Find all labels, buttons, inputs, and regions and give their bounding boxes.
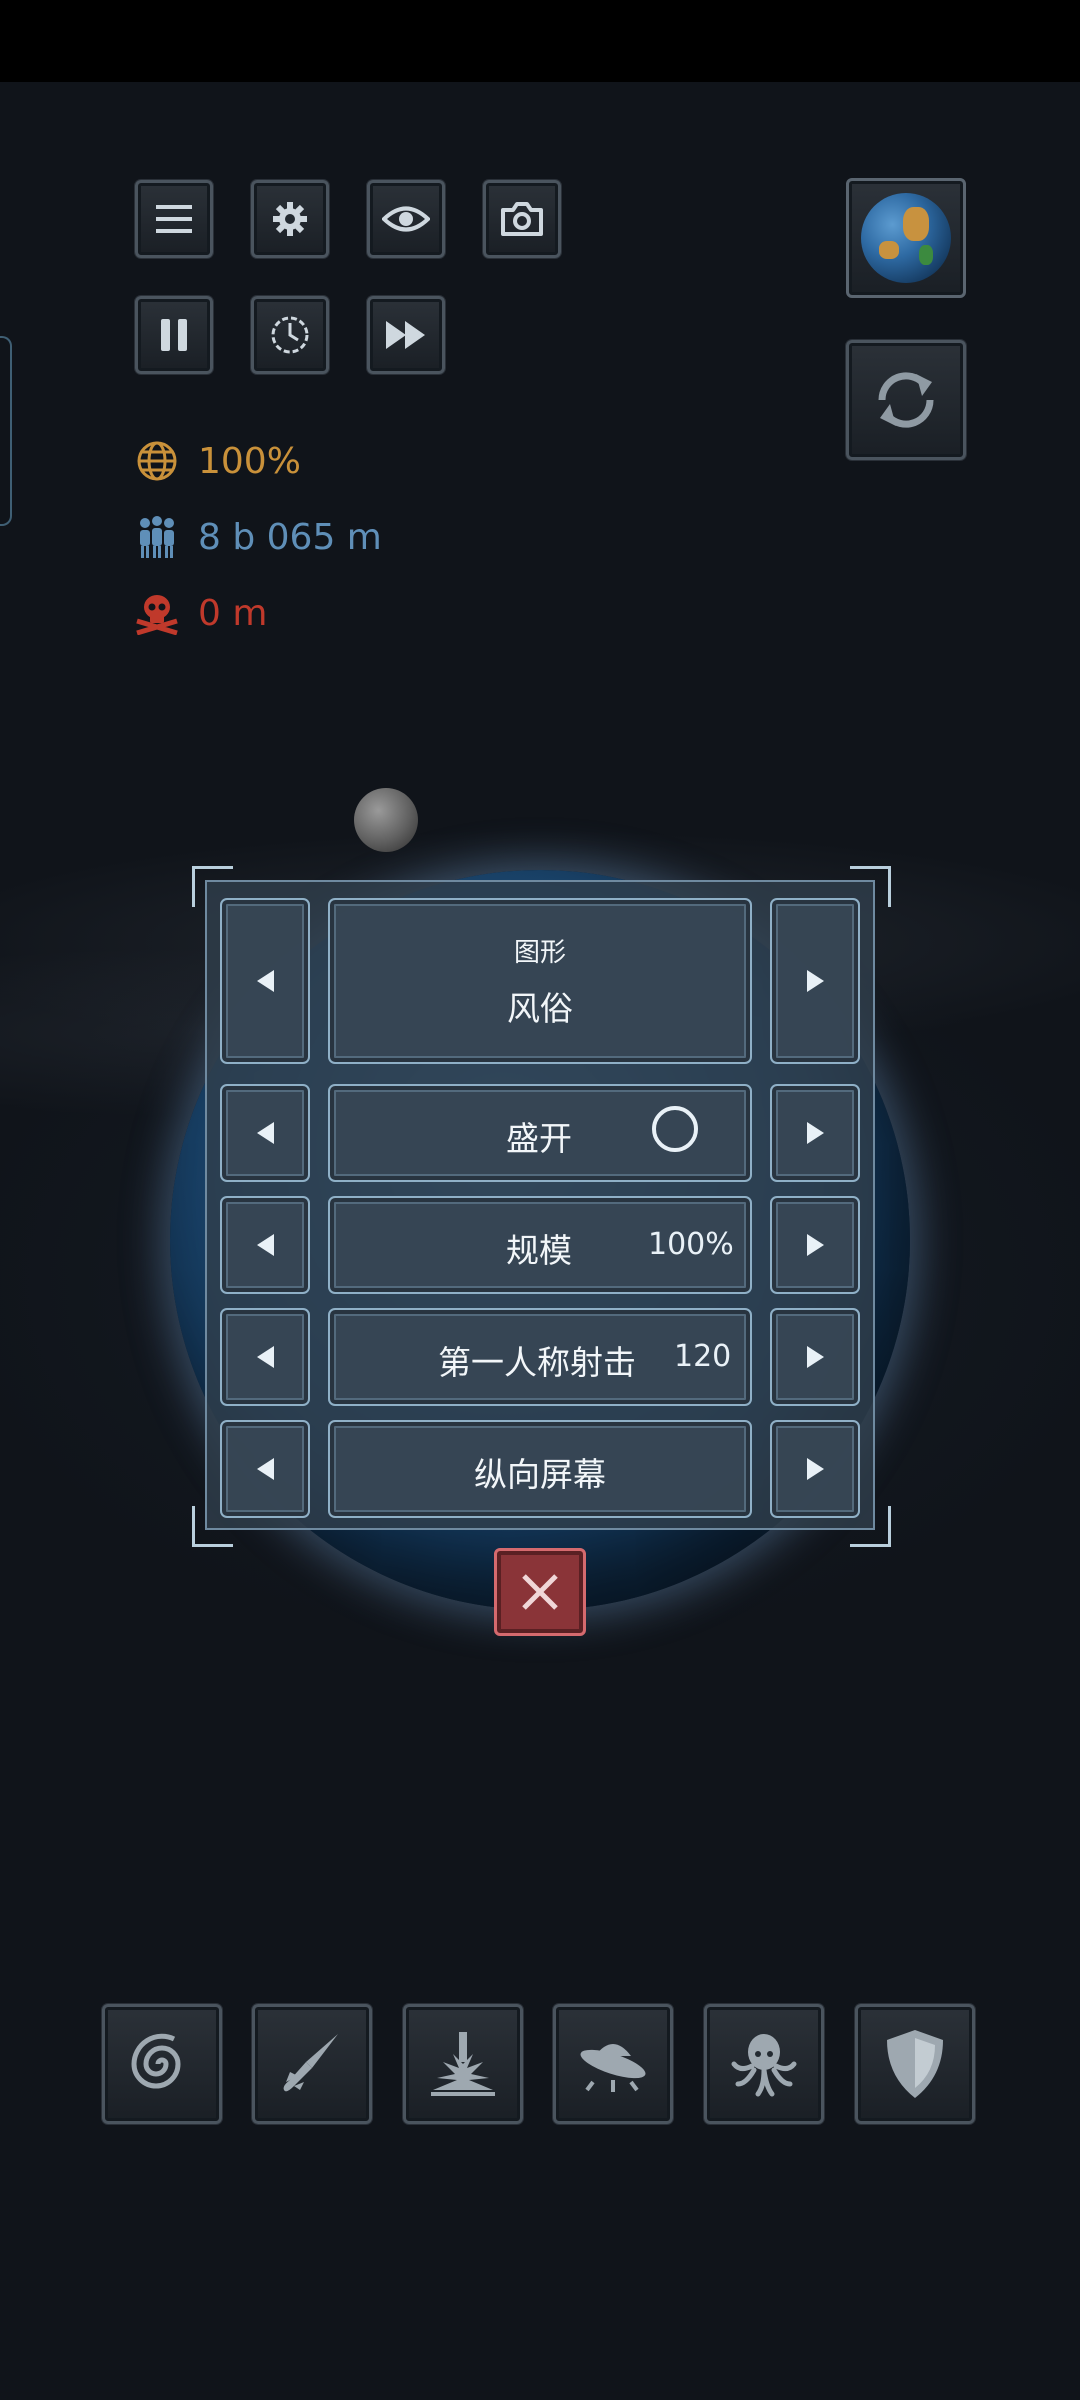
side-drawer-handle[interactable] (0, 336, 12, 526)
moon (354, 788, 418, 852)
orientation-setting: 纵向屏幕 (328, 1420, 752, 1518)
fast-forward-button[interactable] (367, 296, 445, 374)
population-stat: 8 b 065 m (134, 512, 382, 562)
scale-next-button[interactable] (770, 1196, 860, 1294)
spiral-galaxy-icon (131, 2033, 181, 2089)
arrow-right-icon (806, 1346, 824, 1368)
planet-view-button[interactable] (846, 178, 966, 298)
arrow-left-icon (256, 1122, 274, 1144)
population-value: 8 b 065 m (198, 516, 382, 558)
tool-blast-button[interactable] (403, 2004, 523, 2124)
arrow-left-icon (256, 1234, 274, 1256)
tool-galaxy-button[interactable] (102, 2004, 222, 2124)
fps-next-button[interactable] (770, 1308, 860, 1406)
status-bar (0, 0, 1080, 82)
fps-label: 第一人称射击 (438, 1343, 636, 1382)
bloom-toggle[interactable]: 盛开 (328, 1084, 752, 1182)
earth-icon (861, 193, 951, 283)
arrow-right-icon (806, 1458, 824, 1480)
ufo-icon (580, 2044, 646, 2092)
deaths-stat: 0 m (134, 588, 267, 638)
clock-icon (271, 316, 309, 354)
blast-icon (431, 2032, 495, 2096)
graphics-style-value: 风俗 (507, 989, 573, 1028)
camera-button[interactable] (483, 180, 561, 258)
refresh-icon (878, 372, 934, 428)
arrow-left-icon (256, 1458, 274, 1480)
infection-value: 100% (198, 440, 301, 482)
refresh-button[interactable] (846, 340, 966, 460)
menu-icon (156, 205, 192, 233)
scale-prev-button[interactable] (220, 1196, 310, 1294)
fps-value: 120 (674, 1339, 732, 1374)
arrow-left-icon (256, 970, 274, 992)
infection-stat: 100% (134, 436, 301, 486)
graphics-style-display: 图形 风俗 (328, 898, 752, 1064)
close-icon (522, 1574, 558, 1610)
fps-prev-button[interactable] (220, 1308, 310, 1406)
gear-icon (273, 202, 307, 236)
bloom-next-button[interactable] (770, 1084, 860, 1182)
tool-missile-button[interactable] (252, 2004, 372, 2124)
graphics-style-next-button[interactable] (770, 898, 860, 1064)
bloom-toggle-circle[interactable] (652, 1106, 698, 1152)
skull-icon (134, 590, 180, 636)
arrow-right-icon (806, 1122, 824, 1144)
menu-button[interactable] (135, 180, 213, 258)
people-icon (134, 514, 180, 560)
graphics-label: 图形 (513, 938, 566, 968)
tool-defense-button[interactable] (855, 2004, 975, 2124)
view-button[interactable] (367, 180, 445, 258)
scale-value: 100% (648, 1227, 734, 1262)
shield-icon (887, 2030, 943, 2098)
orientation-prev-button[interactable] (220, 1420, 310, 1518)
arrow-right-icon (806, 970, 824, 992)
globe-icon (134, 438, 180, 484)
fps-setting: 第一人称射击 120 (328, 1308, 752, 1406)
pause-icon (161, 319, 187, 351)
orientation-label: 纵向屏幕 (474, 1455, 606, 1494)
arrow-right-icon (806, 1234, 824, 1256)
tool-ufo-button[interactable] (553, 2004, 673, 2124)
time-button[interactable] (251, 296, 329, 374)
orientation-next-button[interactable] (770, 1420, 860, 1518)
arrow-left-icon (256, 1346, 274, 1368)
graphics-style-prev-button[interactable] (220, 898, 310, 1064)
scale-label: 规模 (506, 1231, 572, 1270)
deaths-value: 0 m (198, 592, 268, 634)
pause-button[interactable] (135, 296, 213, 374)
camera-icon (501, 202, 543, 236)
close-dialog-button[interactable] (494, 1548, 586, 1636)
scale-setting: 规模 100% (328, 1196, 752, 1294)
bloom-label: 盛开 (506, 1119, 572, 1158)
settings-button[interactable] (251, 180, 329, 258)
tool-monster-button[interactable] (704, 2004, 824, 2124)
octopus-icon (731, 2034, 797, 2097)
bloom-prev-button[interactable] (220, 1084, 310, 1182)
eye-icon (382, 206, 430, 232)
missile-icon (283, 2034, 338, 2092)
fast-forward-icon (386, 321, 425, 349)
